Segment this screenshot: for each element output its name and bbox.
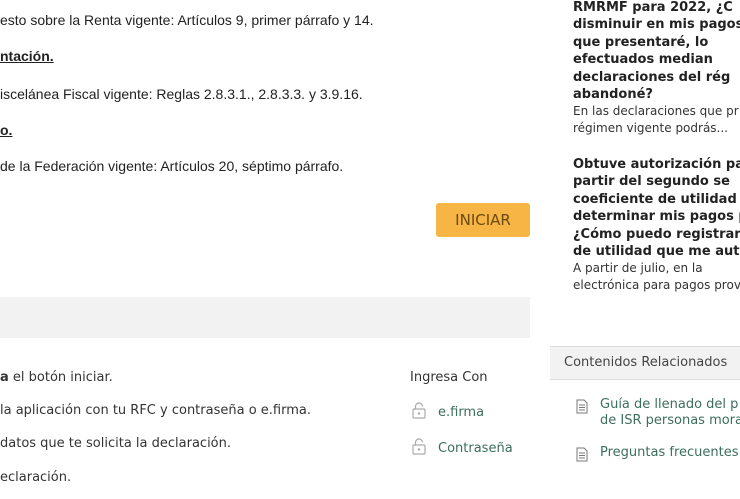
faq-a1-line: En las declaraciones que pr <box>573 104 739 119</box>
faq-q2-line: partir del segundo se <box>573 174 730 190</box>
legal-cff-reference: de la Federación vigente: Artículos 20, … <box>0 158 344 174</box>
legal-isr-reference: esto sobre la Renta vigente: Artículos 9… <box>0 12 374 28</box>
start-button[interactable]: INICIAR <box>436 203 530 237</box>
login-options-title: Ingresa Con <box>410 370 488 385</box>
faq-q1-line: que presentaré, lo <box>573 34 709 50</box>
related-contents-header: Contenidos Relacionados <box>550 346 740 380</box>
related-link-line: Guía de llenado del p <box>600 397 739 412</box>
unlock-icon <box>412 401 426 423</box>
related-link-guia[interactable]: Guía de llenado del p de ISR personas mo… <box>576 397 740 429</box>
faq-question-1[interactable]: RMRMF para 2022, ¿C disminuir en mis pag… <box>573 0 740 137</box>
faq-q1-line: disminuir en mis pagos p <box>573 17 740 33</box>
login-efirma-option[interactable]: e.firma <box>412 402 484 422</box>
step-1: a el botón iniciar. <box>0 370 113 385</box>
step-3: datos que te solicita la declaración. <box>0 436 232 451</box>
faq-q2-line: ¿Cómo puedo registrar e <box>573 226 740 242</box>
unlock-icon <box>412 437 426 459</box>
document-icon <box>576 447 588 466</box>
related-link-faq[interactable]: Preguntas frecuentes <box>576 445 739 466</box>
section-band <box>0 297 530 338</box>
faq-a2-line: electrónica para pagos prov <box>573 278 740 293</box>
faq-q2-line: Obtuve autorización par <box>573 157 740 172</box>
faq-q1-line: abandoné? <box>573 87 653 103</box>
faq-a2-line: A partir de julio, en la <box>573 261 703 276</box>
related-link-line: de ISR personas moral <box>600 413 740 428</box>
step-2: la aplicación con tu RFC y contraseña o … <box>0 403 311 418</box>
faq-q2-line: determinar mis pagos p <box>573 209 740 225</box>
faq-q2-line: coeficiente de utilidad <box>573 191 737 207</box>
login-password-label[interactable]: Contraseña <box>438 441 513 456</box>
related-link-faq-label[interactable]: Preguntas frecuentes <box>600 445 739 461</box>
faq-q1-line: efectuados median <box>573 52 713 68</box>
faq-a1-line: régimen vigente podrás... <box>573 121 728 136</box>
faq-question-2[interactable]: Obtuve autorización par partir del segun… <box>573 156 740 294</box>
related-contents-title: Contenidos Relacionados <box>564 355 728 370</box>
related-link-guia-label[interactable]: Guía de llenado del p de ISR personas mo… <box>600 397 740 429</box>
step-1-bold: a <box>0 370 9 385</box>
section-heading-presentacion: ntación. <box>0 48 54 64</box>
login-password-option[interactable]: Contraseña <box>412 438 513 458</box>
login-efirma-label[interactable]: e.firma <box>438 405 484 420</box>
step-4: eclaración. <box>0 470 72 485</box>
faq-q1-line: RMRMF para 2022, ¿C <box>573 0 733 15</box>
legal-miscelanea-reference: iscelánea Fiscal vigente: Reglas 2.8.3.1… <box>0 86 363 102</box>
document-icon <box>576 399 588 418</box>
section-heading-o: o. <box>0 122 13 138</box>
faq-q1-line: declaraciones del rég <box>573 69 731 85</box>
related-link-line: Preguntas frecuentes <box>600 445 739 460</box>
step-1-text: el botón iniciar. <box>8 370 113 385</box>
faq-q2-line: de utilidad que me autori <box>573 244 740 260</box>
